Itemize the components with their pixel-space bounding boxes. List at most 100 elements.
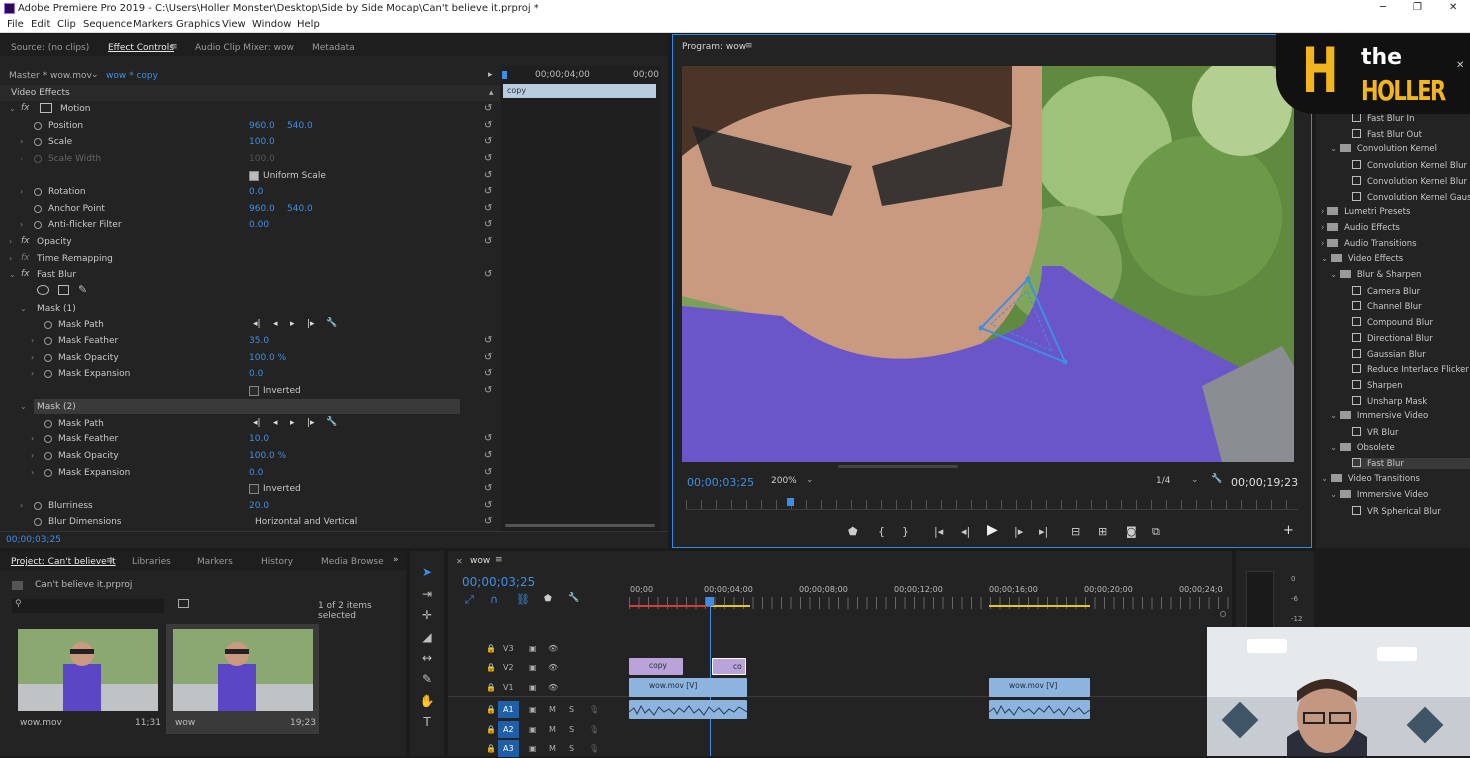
new-bin-icon[interactable] xyxy=(178,599,189,608)
expand-toggle-icon[interactable]: ⌄ xyxy=(20,402,27,411)
mask2-feather-value[interactable]: 10.0 xyxy=(249,434,269,444)
reset-icon[interactable]: ↺ xyxy=(484,450,492,461)
tab-effect-controls[interactable]: Effect Controls xyxy=(108,43,174,53)
effect-item[interactable]: Fast Blur xyxy=(1352,458,1470,470)
expand-toggle-icon[interactable]: › xyxy=(31,336,34,345)
reset-icon[interactable]: ↺ xyxy=(484,136,492,147)
stopwatch-icon[interactable] xyxy=(34,205,42,213)
linked-selection-icon[interactable]: ⛓ xyxy=(516,593,530,606)
inverted-checkbox[interactable] xyxy=(249,386,259,396)
track-prev-frame-icon[interactable]: ◂ xyxy=(273,319,278,329)
chevron-down-icon[interactable]: ⌄ xyxy=(1330,144,1340,154)
reset-icon[interactable]: ↺ xyxy=(484,516,492,527)
program-scrollbar[interactable] xyxy=(838,465,958,468)
expand-toggle-icon[interactable]: › xyxy=(20,187,23,196)
fx-badge-icon[interactable]: fx xyxy=(21,103,30,113)
microphone-icon[interactable]: 🎙 xyxy=(589,725,599,734)
project-item-card[interactable] xyxy=(18,629,158,711)
track-name[interactable]: A1 xyxy=(498,701,519,718)
reset-icon[interactable]: ↺ xyxy=(484,433,492,444)
lock-icon[interactable]: 🔒 xyxy=(486,644,496,653)
chevron-down-icon[interactable]: ⌄ xyxy=(1330,443,1340,453)
scale-value[interactable]: 100.0 xyxy=(249,137,275,147)
resolution-dropdown[interactable]: 1/4 xyxy=(1156,476,1170,486)
play-only-clip-icon[interactable]: ▸ xyxy=(488,70,493,80)
clip-v1-a[interactable]: wow.mov [V] xyxy=(629,678,747,697)
reset-icon[interactable]: ↺ xyxy=(484,368,492,379)
stopwatch-icon[interactable] xyxy=(44,354,52,362)
position-y-value[interactable]: 540.0 xyxy=(287,121,313,131)
step-forward-icon[interactable]: |▸ xyxy=(1014,525,1023,538)
expand-toggle-icon[interactable]: › xyxy=(20,154,23,163)
chevron-down-icon[interactable]: ⌄ xyxy=(1321,474,1331,484)
timeline-zoom-scrollbar[interactable] xyxy=(1220,611,1226,617)
effect-item[interactable]: Gaussian Blur xyxy=(1352,348,1426,360)
timeline-playhead-line[interactable] xyxy=(710,597,711,756)
ec-timecode[interactable]: 00;00;03;25 xyxy=(6,535,61,545)
reset-icon[interactable]: ↺ xyxy=(484,153,492,164)
project-item-card[interactable] xyxy=(173,629,313,711)
stopwatch-icon[interactable] xyxy=(44,469,52,477)
timeline-playhead[interactable] xyxy=(706,597,714,606)
go-to-in-icon[interactable]: |◂ xyxy=(934,525,943,538)
effects-folder-item[interactable]: ⌄ Video Transitions xyxy=(1321,474,1420,484)
tab-libraries[interactable]: Libraries xyxy=(132,557,171,567)
rectangle-mask-icon[interactable] xyxy=(58,285,69,295)
lift-icon[interactable]: ⊟ xyxy=(1071,525,1080,538)
clip-a1-a[interactable] xyxy=(629,700,747,719)
menu-sequence[interactable]: Sequence xyxy=(83,19,132,30)
stopwatch-icon[interactable] xyxy=(34,138,42,146)
menu-window[interactable]: Window xyxy=(252,19,291,30)
mask2-row[interactable]: ⌄ Mask (2) xyxy=(0,399,500,415)
track-select-tool-icon[interactable]: ⇥ xyxy=(419,587,435,603)
chevron-down-icon[interactable]: ⌄ xyxy=(1330,490,1340,500)
expand-toggle-icon[interactable]: › xyxy=(31,434,34,443)
expand-toggle-icon[interactable]: › xyxy=(20,137,23,146)
extract-icon[interactable]: ⊞ xyxy=(1098,525,1107,538)
razor-tool-icon[interactable]: ◢ xyxy=(419,630,435,646)
fast-blur-row[interactable]: ⌄ fx Fast Blur ↺ xyxy=(0,267,500,283)
panel-menu-icon[interactable]: ≡ xyxy=(106,556,114,566)
close-icon[interactable]: ✕ xyxy=(456,557,463,566)
mark-out-icon[interactable]: } xyxy=(902,525,909,538)
wrench-icon[interactable]: 🔧 xyxy=(1211,474,1222,484)
lock-icon[interactable]: 🔒 xyxy=(486,663,496,672)
chevron-down-icon[interactable]: ⌄ xyxy=(1321,254,1331,264)
tab-markers[interactable]: Markers xyxy=(197,557,233,567)
reset-icon[interactable]: ↺ xyxy=(484,203,492,214)
reset-icon[interactable]: ↺ xyxy=(484,269,492,280)
more-panels-icon[interactable]: » xyxy=(393,555,399,565)
mask2-expansion-value[interactable]: 0.0 xyxy=(249,468,263,478)
track-name[interactable]: V3 xyxy=(503,644,514,653)
solo-button[interactable]: S xyxy=(569,725,574,734)
menu-help[interactable]: Help xyxy=(297,19,320,30)
inverted-checkbox[interactable] xyxy=(249,484,259,494)
snap-icon[interactable]: ∩ xyxy=(490,593,498,606)
effect-item[interactable]: Sharpen xyxy=(1352,379,1403,391)
clip-v1-b[interactable]: wow.mov [V] xyxy=(989,678,1090,697)
tab-project[interactable]: Project: Can't believe it xyxy=(11,557,116,567)
expand-toggle-icon[interactable]: › xyxy=(20,220,23,229)
sync-lock-icon[interactable]: ▣ xyxy=(529,663,537,672)
effects-folder-item[interactable]: ⌄ Blur & Sharpen xyxy=(1330,270,1421,280)
reset-icon[interactable]: ↺ xyxy=(484,170,492,181)
expand-toggle-icon[interactable]: › xyxy=(31,451,34,460)
go-to-out-icon[interactable]: ▸| xyxy=(1039,525,1048,538)
chevron-down-icon[interactable]: ⌄ xyxy=(91,70,99,80)
program-time-ruler[interactable] xyxy=(686,500,1298,510)
stopwatch-icon[interactable] xyxy=(34,122,42,130)
track-back-icon[interactable]: ◂| xyxy=(253,319,261,329)
fx-badge-icon[interactable]: fx xyxy=(21,269,30,279)
effect-item[interactable]: VR Blur xyxy=(1352,427,1399,438)
track-forward-icon[interactable]: |▸ xyxy=(307,418,315,428)
expand-toggle-icon[interactable]: ⌄ xyxy=(20,304,27,313)
menu-file[interactable]: File xyxy=(7,19,24,30)
ripple-edit-tool-icon[interactable]: ✛ xyxy=(419,608,435,624)
microphone-icon[interactable]: 🎙 xyxy=(589,705,599,714)
effect-item[interactable]: Fast Blur Out xyxy=(1352,128,1422,140)
effects-folder-item[interactable]: ⌄ Obsolete xyxy=(1330,442,1395,453)
master-clip-label[interactable]: Master * wow.mov xyxy=(9,71,92,81)
project-search-input[interactable] xyxy=(12,599,164,613)
sequence-tab[interactable]: wow xyxy=(470,556,490,566)
nest-icon[interactable]: ⤢ xyxy=(465,593,474,607)
